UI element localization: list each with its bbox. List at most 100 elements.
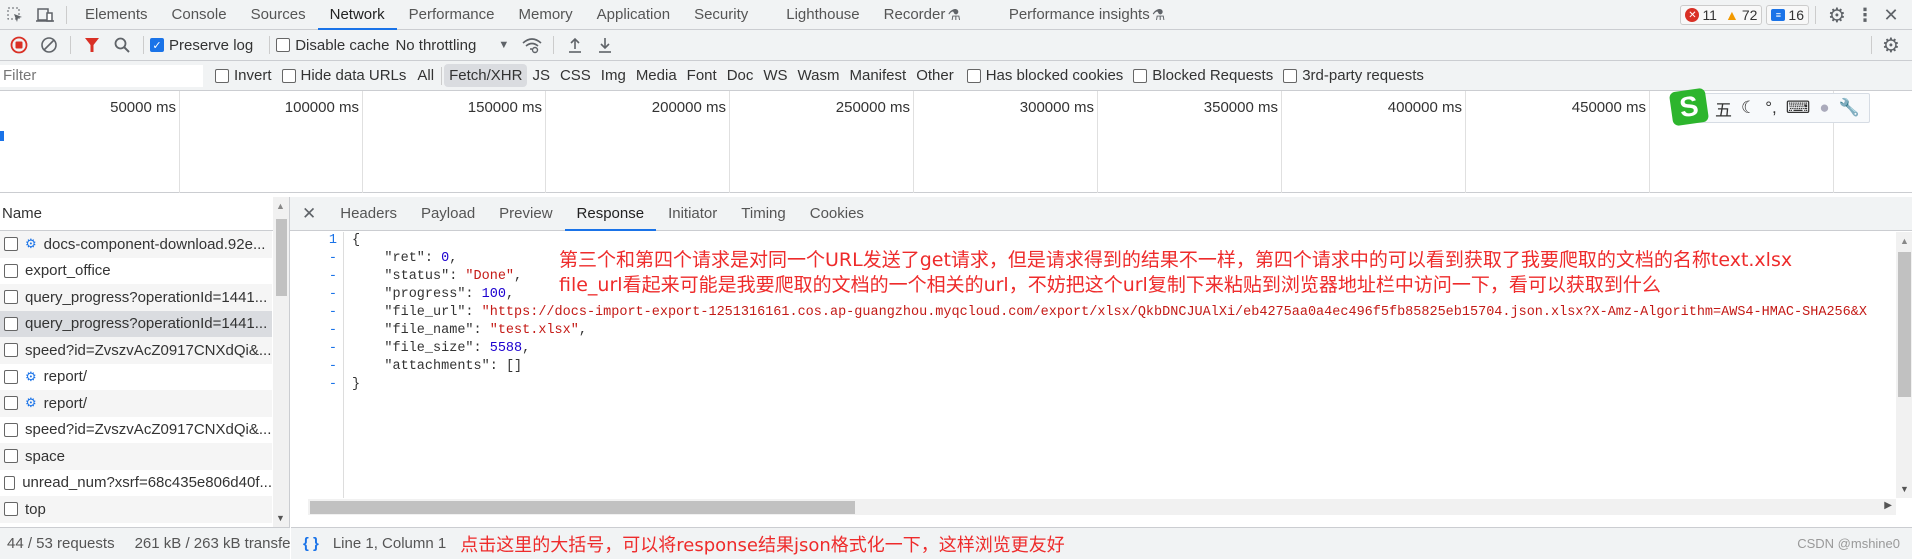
- request-row[interactable]: unread_num?xsrf=68c435e806d40f...: [0, 470, 272, 497]
- export-har-icon[interactable]: [590, 30, 620, 60]
- checkbox-unchecked[interactable]: [276, 38, 291, 52]
- scroll-down-arrow-icon[interactable]: ▼: [1900, 484, 1909, 494]
- filter-type-css[interactable]: CSS: [555, 64, 596, 87]
- request-row[interactable]: ⚙ report/: [0, 364, 272, 391]
- inspect-element-icon[interactable]: [0, 0, 30, 30]
- invert-checkbox[interactable]: Invert: [215, 67, 272, 84]
- checkbox-unchecked[interactable]: [1283, 68, 1298, 83]
- throttling-select[interactable]: No throttling ▼: [395, 37, 509, 54]
- user-icon[interactable]: ●: [1819, 98, 1829, 118]
- hide-data-urls-checkbox[interactable]: Hide data URLs: [281, 67, 406, 84]
- request-checkbox[interactable]: [4, 449, 18, 464]
- filter-type-ws[interactable]: WS: [758, 64, 792, 87]
- tab-security[interactable]: Security: [682, 0, 760, 30]
- filter-type-doc[interactable]: Doc: [722, 64, 759, 87]
- tab-payload[interactable]: Payload: [409, 197, 487, 231]
- blocked-requests-checkbox[interactable]: Blocked Requests: [1133, 67, 1273, 84]
- request-row[interactable]: speed?id=ZvszvAcZ0917CNXdQi&...: [0, 337, 272, 364]
- settings-gear-icon[interactable]: ⚙: [1822, 3, 1852, 28]
- search-icon[interactable]: [107, 30, 137, 60]
- issues-counter[interactable]: ✕ 11 ▲ 72: [1680, 5, 1763, 25]
- checkbox-unchecked[interactable]: [966, 68, 981, 83]
- request-checkbox[interactable]: [4, 475, 16, 490]
- scroll-right-arrow-icon[interactable]: ▶: [1884, 500, 1892, 511]
- request-row[interactable]: top: [0, 496, 272, 523]
- scrollbar-thumb[interactable]: [276, 219, 287, 296]
- filter-type-img[interactable]: Img: [596, 64, 631, 87]
- scrollbar-thumb[interactable]: [1898, 252, 1911, 397]
- request-checkbox[interactable]: [4, 237, 18, 252]
- tab-response[interactable]: Response: [564, 197, 657, 231]
- filter-input[interactable]: [0, 64, 203, 87]
- request-list-scrollbar[interactable]: ▲ ▼: [273, 197, 289, 527]
- checkbox-unchecked[interactable]: [281, 68, 296, 83]
- name-column-header[interactable]: Name: [0, 197, 289, 231]
- tab-timing[interactable]: Timing: [729, 197, 797, 231]
- tab-headers[interactable]: Headers: [328, 197, 409, 231]
- tab-sources[interactable]: Sources: [239, 0, 318, 30]
- close-devtools-icon[interactable]: ✕: [1878, 5, 1904, 26]
- request-checkbox[interactable]: [4, 369, 18, 384]
- ime-toolbar[interactable]: S 五 ☾ °, ⌨ ● 🔧: [1668, 87, 1870, 127]
- request-checkbox[interactable]: [4, 396, 18, 411]
- more-options-icon[interactable]: ⋮: [1852, 5, 1878, 26]
- scroll-down-arrow-icon[interactable]: ▼: [276, 513, 285, 523]
- network-settings-gear-icon[interactable]: ⚙: [1878, 30, 1904, 60]
- checkbox-unchecked[interactable]: [1133, 68, 1148, 83]
- scrollbar-thumb[interactable]: [310, 501, 855, 514]
- request-row[interactable]: ⚙ docs-component-download.92e...: [0, 231, 272, 258]
- request-row[interactable]: speed?id=ZvszvAcZ0917CNXdQi&...: [0, 417, 272, 444]
- ime-mode-icon[interactable]: 五: [1715, 96, 1732, 121]
- tab-application[interactable]: Application: [585, 0, 682, 30]
- has-blocked-cookies-checkbox[interactable]: Has blocked cookies: [966, 67, 1123, 84]
- response-horizontal-scrollbar[interactable]: ▶: [308, 499, 1896, 515]
- device-toolbar-icon[interactable]: [30, 0, 60, 30]
- request-row[interactable]: ⚙ report/: [0, 390, 272, 417]
- request-checkbox[interactable]: [4, 343, 18, 358]
- tab-performance-insights[interactable]: Performance insights: [997, 0, 1152, 30]
- response-vertical-scrollbar[interactable]: ▲ ▼: [1896, 232, 1912, 498]
- checkbox-unchecked[interactable]: [215, 68, 229, 83]
- filter-type-other[interactable]: Other: [911, 64, 959, 87]
- close-detail-icon[interactable]: ✕: [290, 204, 328, 224]
- import-har-icon[interactable]: [560, 30, 590, 60]
- request-row[interactable]: query_progress?operationId=1441...: [0, 310, 272, 337]
- keyboard-icon[interactable]: ⌨: [1786, 98, 1811, 118]
- filter-type-manifest[interactable]: Manifest: [845, 64, 912, 87]
- messages-counter[interactable]: ≡ 16: [1766, 5, 1809, 25]
- request-row[interactable]: export_office: [0, 258, 272, 285]
- tab-memory[interactable]: Memory: [507, 0, 585, 30]
- tab-elements[interactable]: Elements: [73, 0, 160, 30]
- filter-icon[interactable]: [77, 30, 107, 60]
- tab-preview[interactable]: Preview: [487, 197, 564, 231]
- checkbox-checked[interactable]: ✓: [150, 38, 164, 52]
- moon-icon[interactable]: ☾: [1741, 98, 1756, 118]
- tab-lighthouse[interactable]: Lighthouse: [774, 0, 871, 30]
- preserve-log-checkbox[interactable]: ✓ Preserve log: [150, 37, 253, 54]
- tab-network[interactable]: Network: [317, 0, 397, 30]
- stop-recording-icon[interactable]: [4, 30, 34, 60]
- request-checkbox[interactable]: [4, 502, 18, 517]
- punctuation-icon[interactable]: °,: [1765, 98, 1777, 118]
- tab-cookies[interactable]: Cookies: [798, 197, 876, 231]
- filter-type-all[interactable]: All: [412, 64, 439, 87]
- request-checkbox[interactable]: [4, 316, 18, 331]
- third-party-requests-checkbox[interactable]: 3rd-party requests: [1283, 67, 1424, 84]
- request-checkbox[interactable]: [4, 422, 18, 437]
- request-row[interactable]: space: [0, 443, 272, 470]
- network-conditions-icon[interactable]: [517, 30, 547, 60]
- scroll-up-arrow-icon[interactable]: ▲: [1900, 236, 1909, 246]
- tab-console[interactable]: Console: [160, 0, 239, 30]
- filter-type-media[interactable]: Media: [631, 64, 682, 87]
- tab-performance[interactable]: Performance: [397, 0, 507, 30]
- pretty-print-icon[interactable]: { }: [303, 535, 319, 552]
- tab-recorder[interactable]: Recorder: [872, 0, 948, 30]
- filter-type-js[interactable]: JS: [527, 64, 555, 87]
- request-row[interactable]: query_progress?operationId=1441...: [0, 284, 272, 311]
- disable-cache-checkbox[interactable]: Disable cache: [276, 37, 389, 54]
- filter-type-fetch-xhr[interactable]: Fetch/XHR: [444, 64, 528, 87]
- response-code-view[interactable]: 1 - - - - - - - - { "ret": 0, "status": …: [290, 232, 1896, 498]
- clear-icon[interactable]: [34, 30, 64, 60]
- scroll-up-arrow-icon[interactable]: ▲: [276, 201, 285, 211]
- filter-type-font[interactable]: Font: [682, 64, 722, 87]
